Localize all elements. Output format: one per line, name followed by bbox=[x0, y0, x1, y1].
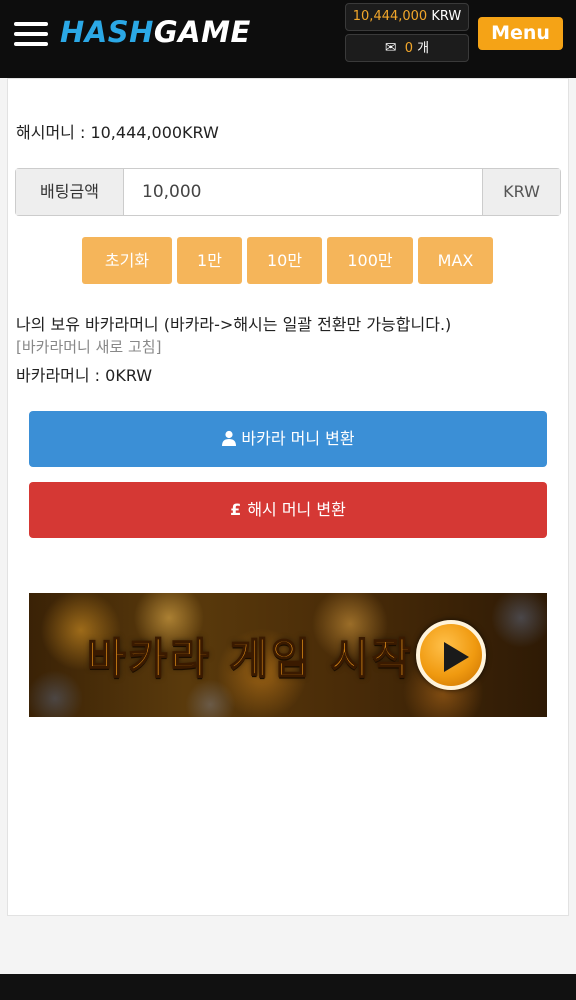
reset-amount-button[interactable]: 초기화 bbox=[82, 237, 172, 284]
baccarat-money-balance: 바카라머니 : 0KRW bbox=[16, 366, 153, 385]
hamburger-menu-icon[interactable] bbox=[14, 22, 48, 46]
max-amount-button[interactable]: MAX bbox=[418, 237, 493, 284]
play-icon bbox=[416, 620, 486, 690]
hash-money-balance: 해시머니 : 10,444,000KRW bbox=[16, 123, 219, 142]
user-icon bbox=[222, 430, 237, 446]
balance-currency: KRW bbox=[431, 9, 462, 24]
footer-bar bbox=[0, 974, 576, 1000]
baccarat-money-convert-label: 바카라 머니 변환 bbox=[241, 429, 355, 448]
hash-money-convert-label: 해시 머니 변환 bbox=[247, 500, 346, 519]
add-1m-button[interactable]: 100만 bbox=[327, 237, 413, 284]
logo-hash-text: HASH bbox=[60, 15, 154, 49]
header-balance: 10,444,000 KRW bbox=[345, 3, 469, 31]
messages-button[interactable]: ✉ 0 개 bbox=[345, 34, 469, 62]
envelope-icon: ✉ bbox=[384, 40, 397, 56]
balance-amount: 10,444,000 bbox=[352, 9, 428, 24]
refresh-baccarat-money-link[interactable]: [바카라머니 새로 고침] bbox=[16, 336, 161, 357]
top-header: HASHGAME 10,444,000 KRW ✉ 0 개 Menu bbox=[0, 0, 576, 78]
bet-amount-input[interactable] bbox=[125, 169, 483, 215]
baccarat-money-info: 나의 보유 바카라머니 (바카라->해시는 일괄 전환만 가능합니다.) bbox=[16, 315, 452, 334]
add-100k-button[interactable]: 10만 bbox=[247, 237, 322, 284]
logo-game-text: GAME bbox=[153, 15, 251, 49]
message-unit: 개 bbox=[417, 41, 430, 56]
hash-money-convert-button[interactable]: £ 해시 머니 변환 bbox=[29, 482, 547, 538]
baccarat-money-convert-button[interactable]: 바카라 머니 변환 bbox=[29, 411, 547, 467]
message-count: 0 bbox=[404, 41, 414, 56]
add-10k-button[interactable]: 1만 bbox=[177, 237, 242, 284]
bet-amount-label: 배팅금액 bbox=[16, 169, 124, 215]
bet-unit-label: KRW bbox=[482, 169, 560, 215]
logo[interactable]: HASHGAME bbox=[60, 15, 251, 49]
bet-amount-group: 배팅금액 KRW bbox=[15, 168, 561, 216]
banner-title: 바카라 게임 시작 bbox=[86, 633, 414, 684]
baccarat-start-banner[interactable]: 바카라 게임 시작 bbox=[29, 593, 547, 717]
menu-button[interactable]: Menu bbox=[478, 17, 563, 50]
pound-icon: £ bbox=[230, 500, 242, 519]
